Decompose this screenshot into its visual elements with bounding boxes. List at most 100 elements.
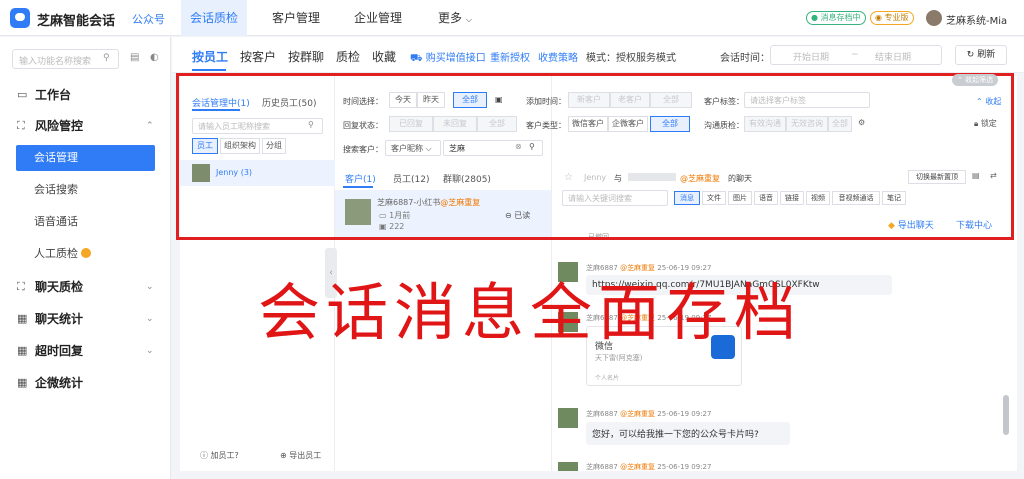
- document-icon[interactable]: ▤: [972, 171, 980, 180]
- refresh-button[interactable]: ↻ 刷新: [955, 45, 1007, 65]
- sidebar-item-chat-stats[interactable]: ▦ 聊天统计 ⌄: [0, 305, 171, 333]
- type-wecom[interactable]: 企微客户: [608, 116, 648, 132]
- type-all[interactable]: 全部: [650, 116, 690, 132]
- buy-interface-link[interactable]: ⛟ 购买增值接口: [410, 49, 486, 66]
- time-yesterday[interactable]: 昨天: [417, 92, 445, 108]
- add-time-old[interactable]: 老客户: [610, 92, 650, 108]
- chart-icon: ▦: [17, 312, 28, 325]
- sidebar-item-manual-qc[interactable]: 人工质检: [16, 241, 155, 267]
- search-customer-label: 搜索客户：: [343, 145, 383, 154]
- chat-search-input[interactable]: 请输入关键词搜索: [562, 190, 668, 206]
- star-icon[interactable]: ☆: [564, 172, 573, 183]
- reply-replied[interactable]: 已回复: [389, 116, 433, 132]
- sidebar-item-chat-qc[interactable]: ⛶ 聊天质检 ⌄: [0, 273, 171, 301]
- msg-filter-video[interactable]: 视频: [806, 191, 830, 205]
- lock-link[interactable]: 🔒︎ 锁定: [974, 118, 997, 129]
- tab-customers[interactable]: 客户(1): [345, 172, 376, 185]
- date-range-picker[interactable]: 开始日期 ~ 结束日期: [770, 45, 942, 65]
- sidebar-item-session-search[interactable]: 会话搜索: [16, 177, 155, 203]
- collapse-link[interactable]: ⌃ 收起: [976, 96, 1001, 107]
- filter-employee[interactable]: 员工: [192, 138, 218, 154]
- customer-tag-select[interactable]: 请选择客户标签: [744, 92, 870, 108]
- sidebar-item-timeout[interactable]: ▦ 超时回复 ⌄: [0, 337, 171, 365]
- msg-filter-image[interactable]: 图片: [728, 191, 752, 205]
- gear-icon[interactable]: ⚙: [858, 118, 865, 127]
- chevron-down-icon: ⌄: [146, 314, 154, 324]
- reply-all[interactable]: 全部: [477, 116, 517, 132]
- list-item[interactable]: Jenny (3): [180, 160, 335, 186]
- tab-by-customer[interactable]: 按客户: [240, 48, 276, 65]
- sidebar-item-wecom-stats[interactable]: ▦ 企微统计: [0, 369, 171, 397]
- date-separator: ~: [851, 50, 859, 60]
- calendar-icon[interactable]: ▣: [495, 95, 503, 104]
- read-status: ⊖ 已读: [505, 211, 531, 220]
- download-center-link[interactable]: 下载中心: [956, 218, 992, 231]
- customer-tag: @芝麻重复: [680, 174, 720, 183]
- sidebar-item-risk[interactable]: ⛶ 风险管控 ⌃: [0, 112, 171, 140]
- qc-invalid[interactable]: 无效咨询: [786, 116, 828, 132]
- share-icon[interactable]: ⇄: [990, 171, 997, 180]
- fee-policy-link[interactable]: 收费策略: [538, 49, 578, 64]
- tab-history-employees[interactable]: 历史员工(50): [262, 96, 316, 109]
- qc-all[interactable]: 全部: [828, 116, 852, 132]
- clear-icon[interactable]: ⊗: [515, 142, 522, 151]
- chat-scrollbar[interactable]: [1003, 395, 1009, 435]
- search-icon[interactable]: ⚲: [103, 53, 110, 63]
- list-item[interactable]: 芝麻6887-小红书@芝麻重复 ▭ 1月前 ▣ 222 ⊖ 已读: [335, 190, 551, 238]
- export-employee-link[interactable]: ⊕ 导出员工: [280, 450, 321, 461]
- msg-filter-av-call[interactable]: 音视频通话: [832, 191, 880, 205]
- add-employee-link[interactable]: ⓘ 加员工?: [200, 450, 239, 461]
- msg-filter-file[interactable]: 文件: [702, 191, 726, 205]
- collapse-filter-tag[interactable]: ⌃ 收起筛选: [952, 74, 999, 86]
- cart-icon: ⛟: [410, 53, 423, 64]
- switch-latest-button[interactable]: 切换最新置顶: [908, 170, 966, 184]
- filter-org[interactable]: 组织架构: [220, 138, 260, 154]
- message-bubble[interactable]: 您好，可以给我推一下您的公众号卡片吗?: [586, 422, 790, 445]
- customer-search-input[interactable]: 芝麻: [443, 140, 543, 156]
- msg-filter-voice[interactable]: 语音: [754, 191, 778, 205]
- employee-search-input[interactable]: 请输入员工昵称搜索: [192, 118, 323, 134]
- msg-filter-message[interactable]: 消息: [674, 191, 700, 205]
- official-account-link[interactable]: 公众号: [132, 11, 165, 27]
- customer-tag-label: 客户标签：: [704, 97, 744, 106]
- filter-group[interactable]: 分组: [262, 138, 286, 154]
- add-time-all[interactable]: 全部: [650, 92, 692, 108]
- theme-icon[interactable]: ◐: [150, 52, 159, 63]
- search-icon[interactable]: ⚲: [529, 142, 535, 151]
- reply-unreplied[interactable]: 未回复: [433, 116, 477, 132]
- qc-valid[interactable]: 有效沟通: [744, 116, 786, 132]
- nav-enterprise-mgmt[interactable]: 企业管理: [345, 0, 411, 36]
- sidebar-item-session-mgmt[interactable]: 会话管理: [16, 145, 155, 171]
- msg-filter-note[interactable]: 笔记: [882, 191, 906, 205]
- nav-more[interactable]: 更多 ⌵: [435, 0, 475, 36]
- search-icon[interactable]: ⚲: [308, 120, 314, 129]
- nav-session-qc[interactable]: 会话质检: [181, 0, 247, 36]
- user-name[interactable]: 芝麻系统-Mia: [946, 12, 1007, 27]
- chevron-down-icon[interactable]: ⌵: [107, 10, 114, 20]
- search-field-select[interactable]: 客户昵称 ⌵: [385, 140, 441, 156]
- export-chat-link[interactable]: ◆ 导出聊天: [888, 218, 934, 231]
- time-all[interactable]: 全部: [453, 92, 487, 108]
- tab-groups[interactable]: 群聊(2805): [443, 172, 491, 185]
- scan-icon: ⛶: [17, 280, 25, 293]
- nav-customer-mgmt[interactable]: 客户管理: [263, 0, 329, 36]
- tab-by-group[interactable]: 按群聊: [288, 48, 324, 65]
- type-wechat[interactable]: 微信客户: [568, 116, 608, 132]
- conversation-count: ▣ 222: [379, 222, 405, 231]
- avatar[interactable]: [926, 10, 942, 26]
- tab-favorites[interactable]: 收藏: [372, 48, 396, 65]
- msg-filter-link[interactable]: 链接: [780, 191, 804, 205]
- layout-icon[interactable]: ▤: [130, 52, 139, 63]
- sidebar-item-workbench[interactable]: ▭ 工作台: [0, 81, 171, 109]
- conversation-name: 芝麻6887-小红书@芝麻重复: [377, 198, 481, 207]
- tab-by-employee[interactable]: 按员工: [192, 48, 228, 65]
- session-time-label: 会话时间：: [720, 53, 770, 64]
- tab-managed-employees[interactable]: 会话管理中(1): [192, 96, 250, 109]
- tab-employees[interactable]: 员工(12): [393, 172, 429, 185]
- tab-qc[interactable]: 质检: [336, 48, 360, 65]
- add-time-new[interactable]: 新客户: [568, 92, 610, 108]
- tab-underline: [343, 186, 373, 188]
- reauth-link[interactable]: 重新授权: [490, 49, 530, 64]
- sidebar-item-voice[interactable]: 语音通话: [16, 209, 155, 235]
- time-today[interactable]: 今天: [389, 92, 417, 108]
